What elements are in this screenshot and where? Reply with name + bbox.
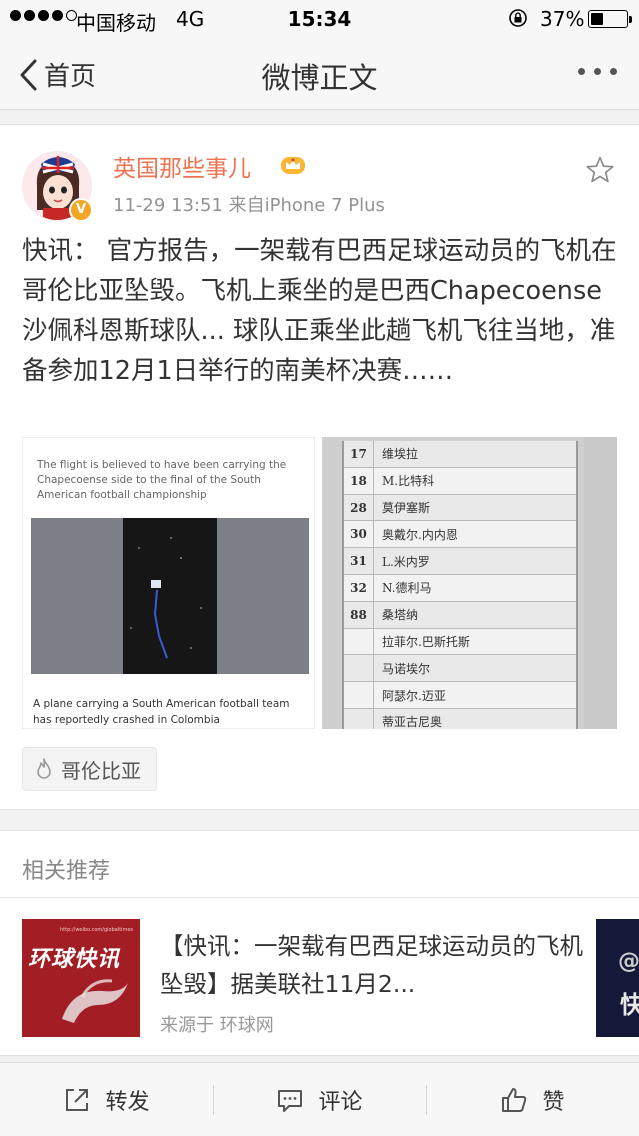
post-text: 快讯： 官方报告，一架载有巴西足球运动员的飞机在哥伦比亚坠毁。飞机上乘坐的是巴西… [22, 236, 617, 386]
roster-row: 拉菲尔.巴斯托斯 [344, 628, 576, 656]
thumbs-up-icon [502, 1088, 527, 1112]
recommend-source: 来源于 环球网 [160, 1015, 274, 1036]
player-name: 莫伊塞斯 [382, 500, 431, 515]
fire-icon [37, 758, 51, 779]
comment-label: 评论 [318, 1090, 363, 1115]
post-image-roster[interactable]: 17 维埃拉 18 M.比特科 28 莫伊塞斯 30 奥戴尔.内内恩 31 L.米内罗 32 N.德利… [322, 437, 617, 729]
like-button[interactable]: 赞 [426, 1063, 639, 1136]
wreckage-light-icon [130, 537, 202, 659]
comment-icon [278, 1090, 303, 1112]
more-dot-icon [610, 68, 617, 75]
player-number [344, 682, 374, 708]
player-name: M.比特科 [382, 474, 435, 489]
related-recommendations: 相关推荐 http://weibo.com/globaltimes 环球快讯 【… [0, 830, 639, 1056]
repost-label: 转发 [105, 1090, 150, 1115]
roster-row: 31 L.米内罗 [344, 548, 576, 575]
player-number [344, 708, 374, 729]
post-meta: 11-29 13:51 来自iPhone 7 Plus [113, 195, 385, 216]
player-name: N.德利马 [382, 581, 432, 596]
roster-row: 30 奥戴尔.内内恩 [344, 521, 576, 549]
more-dot-icon [578, 68, 585, 75]
battery-percent: 37% [540, 7, 585, 31]
star-icon[interactable] [585, 155, 615, 185]
player-number: 17 [344, 441, 374, 467]
share-icon [66, 1089, 89, 1111]
player-name: 奥戴尔.内内恩 [382, 527, 458, 542]
roster-row: 32 N.德利马 [344, 574, 576, 602]
crown-member-icon[interactable] [280, 153, 306, 175]
roster-row: 18 M.比特科 [344, 467, 576, 495]
player-number [344, 628, 374, 655]
player-name: 桑塔纳 [382, 608, 419, 623]
roster-row: 马诺埃尔 [344, 655, 576, 683]
player-name: 拉菲尔.巴斯托斯 [382, 634, 470, 649]
like-label: 赞 [542, 1090, 565, 1115]
roster-row: 28 莫伊塞斯 [344, 494, 576, 522]
player-name: 维埃拉 [382, 447, 419, 462]
topic-tag[interactable]: 哥伦比亚 [22, 747, 157, 791]
battery-icon [588, 10, 632, 28]
repost-button[interactable]: 转发 [0, 1063, 213, 1136]
image-caption-bottom: A plane carrying a South American footba… [33, 698, 290, 726]
divider [0, 897, 639, 898]
player-name: 阿瑟尔.迈亚 [382, 688, 446, 703]
roster-row: 阿瑟尔.迈亚 [344, 682, 576, 709]
roster-row: 17 维埃拉 [344, 441, 576, 468]
more-dot-icon [594, 68, 601, 75]
recommend-thumbnail[interactable]: http://weibo.com/globaltimes 环球快讯 [22, 919, 140, 1037]
player-number: 28 [344, 494, 374, 521]
player-number: 18 [344, 467, 374, 494]
navigation-bar: 首页 微博正文 [0, 38, 639, 110]
comment-button[interactable]: 评论 [213, 1063, 426, 1136]
peek-character: 快 [620, 991, 639, 1019]
weibo-post: V 英国那些事儿 11-29 13:51 来自iPhone 7 Plus 快讯：… [0, 124, 639, 810]
page-title: 微博正文 [261, 61, 378, 95]
author-name[interactable]: 英国那些事儿 [113, 149, 251, 183]
player-name: 蒂亚古尼奥 [382, 715, 443, 729]
roster-row: 88 桑塔纳 [344, 601, 576, 629]
recommend-title[interactable]: 【快讯：一架载有巴西足球运动员的飞机坠毁】据美联社11月2... [160, 927, 590, 1003]
dragon-logo-icon [62, 979, 128, 1023]
peek-at-symbol: @ [618, 949, 639, 974]
player-name: 马诺埃尔 [382, 661, 431, 676]
more-options-button[interactable] [578, 68, 617, 75]
player-number [344, 655, 374, 682]
crash-photo [31, 518, 309, 674]
roster-row: 蒂亚古尼奥 [344, 708, 576, 729]
player-number: 31 [344, 548, 374, 574]
player-name: L.米内罗 [382, 554, 430, 569]
player-number: 88 [344, 601, 374, 628]
player-number: 30 [344, 521, 374, 548]
verified-badge-icon: V [69, 198, 93, 222]
post-image-news[interactable]: The flight is believed to have been carr… [22, 437, 315, 729]
image-caption-top: The flight is believed to have been carr… [37, 459, 287, 501]
topic-tag-label: 哥伦比亚 [61, 758, 141, 783]
player-number: 32 [344, 574, 374, 601]
roster-table: 17 维埃拉 18 M.比特科 28 莫伊塞斯 30 奥戴尔.内内恩 31 L.米内罗 32 N.德利… [342, 441, 578, 729]
action-toolbar: 转发 评论 赞 [0, 1062, 639, 1136]
status-bar: 中国移动 4G 15:34 37% [0, 0, 639, 38]
section-header: 相关推荐 [22, 859, 111, 884]
next-recommend-thumbnail[interactable]: @ 快 [596, 919, 639, 1037]
rotation-lock-icon [509, 9, 527, 27]
